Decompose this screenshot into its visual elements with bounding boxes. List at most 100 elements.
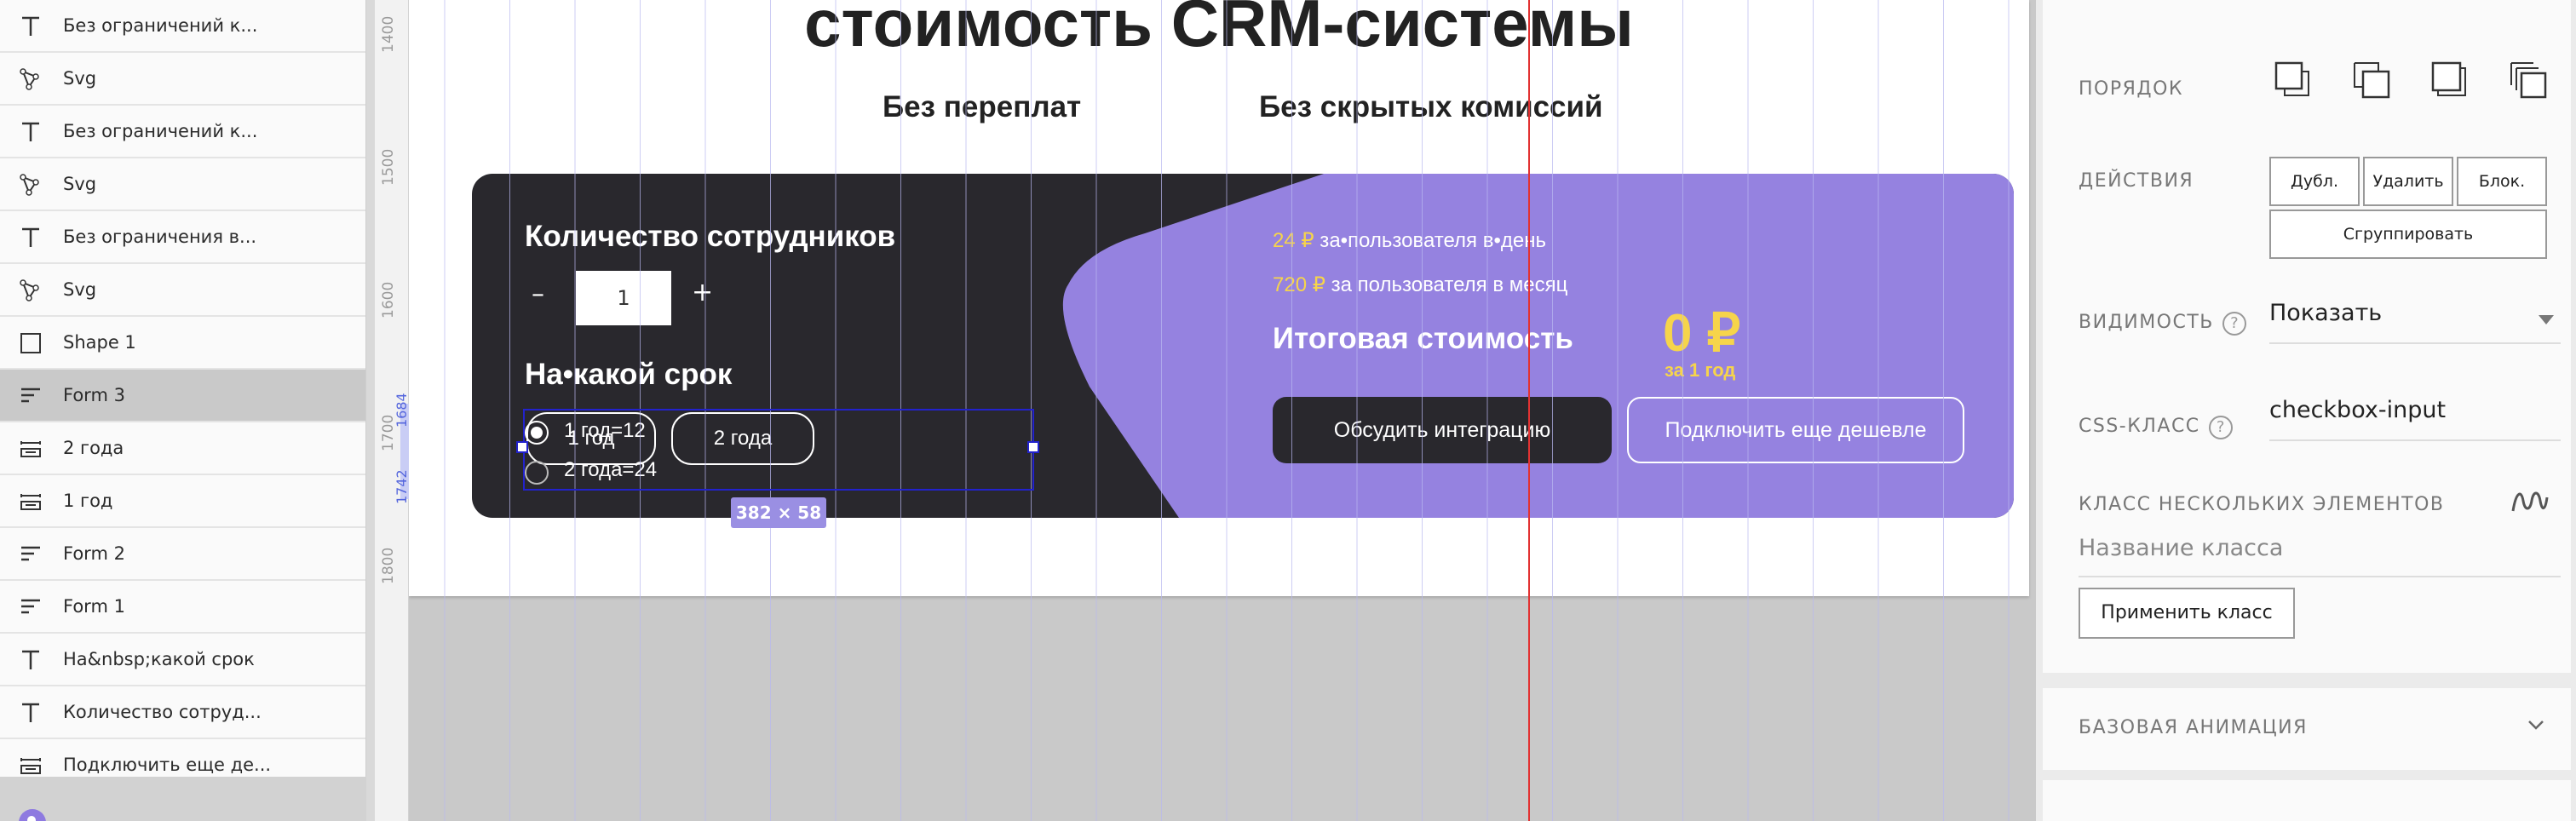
form-icon (21, 546, 40, 561)
layers-panel-footer (0, 777, 366, 821)
discuss-integration-button[interactable]: Обсудить интеграцию (1273, 397, 1612, 463)
layer-item[interactable]: Без ограничений к... (0, 106, 365, 158)
total-cost-value[interactable]: 0 ₽ (1663, 301, 1740, 364)
base-animation-label: БАЗОВАЯ АНИМАЦИЯ (2079, 717, 2308, 738)
selection-size-label: 382 × 58 (731, 497, 826, 528)
red-guide-line[interactable] (1528, 0, 1530, 821)
vector-icon (20, 174, 39, 196)
layer-item-label: Svg (63, 68, 97, 89)
block-button[interactable]: Блок. (2457, 157, 2547, 206)
bring-forward-icon[interactable] (2351, 60, 2392, 100)
ruler-selection-start: 1684 (394, 393, 410, 428)
layer-item[interactable]: 1 год (0, 475, 365, 528)
visibility-label: ВИДИМОСТЬ? (2079, 312, 2246, 336)
form-field-icon (20, 758, 41, 774)
page-heading[interactable]: стоимость CRM-системы (409, 0, 2029, 62)
layer-item-label: 1 год (63, 491, 113, 511)
form-field-icon (20, 441, 41, 457)
connect-cheaper-button[interactable]: Подключить еще дешевле (1627, 397, 1964, 463)
help-icon[interactable]: ? (2208, 416, 2233, 439)
chevron-down-icon[interactable] (2525, 714, 2547, 736)
layer-item-label: Без ограничения в... (63, 227, 257, 247)
layer-item-label: Количество сотруд... (63, 702, 262, 722)
selection-box[interactable] (523, 409, 1034, 491)
vector-icon (20, 68, 39, 90)
layer-item[interactable]: Svg (0, 158, 365, 211)
form-icon (21, 388, 40, 403)
layer-item[interactable]: 2 года (0, 422, 365, 475)
layer-item-label: Form 3 (63, 385, 125, 405)
layer-item[interactable]: Form 3 (0, 370, 365, 422)
actions-label: ДЕЙСТВИЯ (2079, 170, 2194, 192)
price-per-month-text: за пользователя в месяц (1325, 273, 1568, 296)
price-per-day-amount: 24 ₽ (1273, 229, 1314, 252)
base-animation-section[interactable]: БАЗОВАЯ АНИМАЦИЯ (2043, 688, 2571, 770)
design-canvas[interactable]: стоимость CRM-системы Без переплат Без с… (409, 0, 2036, 821)
layer-item-label: Без ограничений к... (63, 15, 258, 36)
increment-button[interactable]: + (692, 278, 713, 307)
resize-handle-right[interactable] (1027, 441, 1039, 453)
layer-item[interactable]: Svg (0, 53, 365, 106)
price-per-day-text: за•пользователя в•день (1314, 229, 1546, 252)
bring-to-front-icon[interactable] (2273, 60, 2314, 100)
multi-class-label: КЛАСС НЕСКОЛЬКИХ ЭЛЕМЕНТОВ (2079, 494, 2445, 515)
resize-handle-left[interactable] (516, 441, 528, 453)
visibility-select[interactable]: Показать (2269, 300, 2561, 344)
subheading-no-hidden-fees[interactable]: Без скрытых комиссий (1259, 90, 1603, 124)
vector-icon (20, 279, 39, 301)
visibility-label-text: ВИДИМОСТЬ (2079, 312, 2214, 333)
price-per-month-amount: 720 ₽ (1273, 273, 1325, 296)
vertical-ruler: 1400 1500 1600 1700 1800 1684 1742 (375, 0, 410, 821)
form-field-icon (20, 494, 41, 510)
editor-window: Без ограничений к... Svg Без ограничений к… (0, 0, 2576, 821)
price-per-day: 24 ₽ за•пользователя в•день (1273, 228, 1546, 253)
css-class-label-text: CSS-КЛАСС (2079, 416, 2200, 437)
price-per-month: 720 ₽ за пользователя в месяц (1273, 273, 1567, 297)
layer-item[interactable]: Shape 1 (0, 317, 365, 370)
layers-panel: Без ограничений к... Svg Без ограничений к… (0, 0, 366, 792)
term-title[interactable]: На•какой срок (525, 358, 732, 392)
delete-button[interactable]: Удалить (2363, 157, 2453, 206)
layer-item[interactable]: Без ограничения в... (0, 211, 365, 264)
send-to-back-icon[interactable] (2508, 60, 2549, 100)
layer-item[interactable]: Ha&nbsp;какой срок (0, 634, 365, 686)
layer-item[interactable]: Form 1 (0, 581, 365, 634)
layer-item-label: Form 2 (63, 543, 125, 564)
employees-title[interactable]: Количество сотрудников (525, 220, 895, 254)
decrement-button[interactable]: – (532, 279, 544, 309)
layer-item-label: Svg (63, 174, 97, 194)
ruler-tick: 1800 (380, 547, 397, 584)
group-button[interactable]: Сгруппировать (2269, 210, 2547, 259)
total-cost-period[interactable]: за 1 год (1665, 359, 1735, 382)
employees-quantity-input[interactable]: 1 (576, 271, 671, 325)
text-icon (22, 16, 39, 36)
apply-class-button[interactable]: Применить класс (2079, 588, 2295, 639)
layer-item-label: Подключить еще де... (63, 755, 272, 775)
multi-select-icon[interactable] (2511, 489, 2549, 514)
text-icon (22, 122, 39, 141)
properties-card: ПОРЯДОК ДЕЙСТВИЯ Дубл. Удалить Блок. Сгр… (2043, 0, 2571, 673)
layer-item[interactable]: Svg (0, 264, 365, 317)
css-class-input[interactable]: checkbox-input (2269, 397, 2561, 441)
text-icon (22, 650, 39, 669)
layer-item[interactable]: Без ограничений к... (0, 0, 365, 53)
class-name-input[interactable]: Название класса (2079, 535, 2561, 577)
text-icon (22, 703, 39, 722)
next-section (2043, 780, 2571, 821)
properties-panel: ПОРЯДОК ДЕЙСТВИЯ Дубл. Удалить Блок. Сгр… (2036, 0, 2576, 821)
layer-item-label: Ha&nbsp;какой срок (63, 649, 255, 669)
send-backward-icon[interactable] (2429, 60, 2470, 100)
layer-item-label: Form 1 (63, 596, 125, 617)
layer-item[interactable]: Количество сотруд... (0, 686, 365, 739)
css-class-label: CSS-КЛАСС? (2079, 416, 2233, 439)
subheading-no-overpay[interactable]: Без переплат (883, 90, 1081, 124)
layer-item-label: Shape 1 (63, 332, 136, 353)
duplicate-button[interactable]: Дубл. (2269, 157, 2360, 206)
help-icon[interactable]: ? (2222, 312, 2246, 336)
layer-item[interactable]: Form 2 (0, 528, 365, 581)
artboard[interactable]: стоимость CRM-системы Без переплат Без с… (409, 0, 2029, 596)
ruler-selection-end: 1742 (394, 469, 410, 504)
order-label: ПОРЯДОК (2079, 78, 2184, 100)
ruler-tick: 1500 (380, 148, 397, 186)
form-icon (21, 599, 40, 614)
